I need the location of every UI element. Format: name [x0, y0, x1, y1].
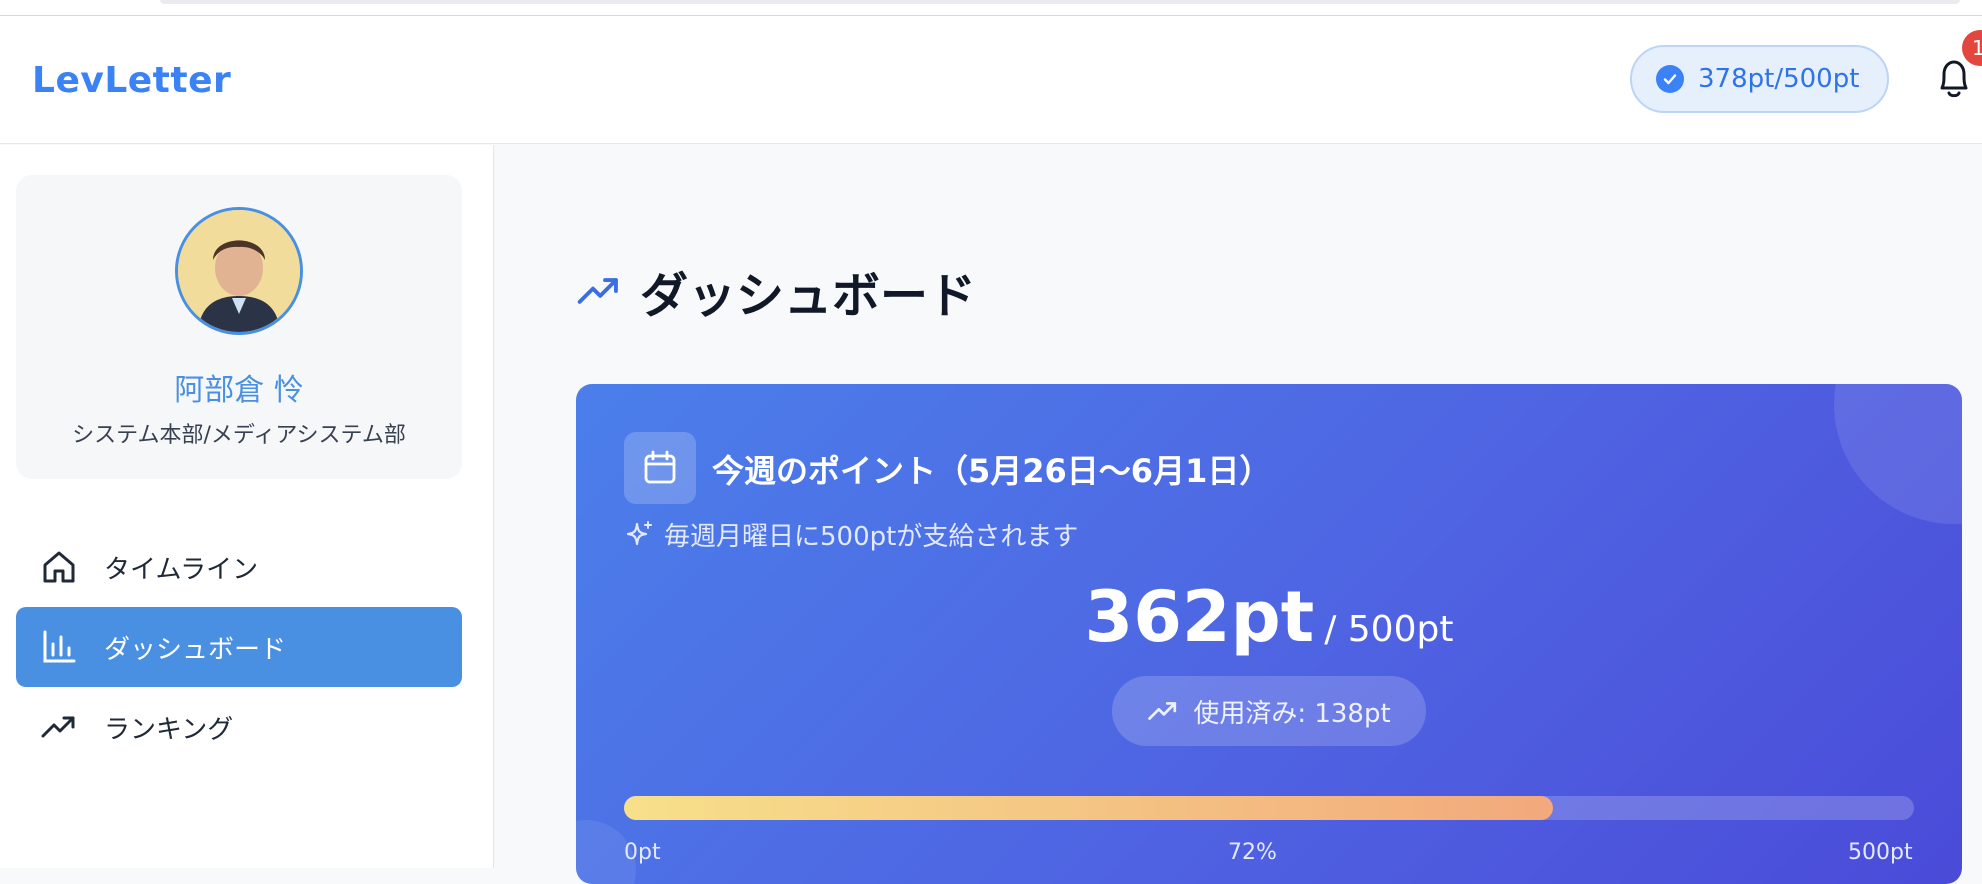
progress-percent-label: 72% — [1228, 840, 1277, 865]
page-title-row: ダッシュボード — [576, 256, 976, 326]
points-progress-fill — [624, 796, 1553, 820]
used-points-pill: 使用済み: 138pt — [1112, 676, 1426, 746]
sidebar-item-ranking[interactable]: ランキング — [16, 687, 462, 767]
current-points: 362pt — [1084, 576, 1315, 658]
sidebar: 阿部倉 怜 システム本部/メディアシステム部 タイムライン ダッシュボード ラン… — [0, 145, 494, 868]
weekly-points-title: 今週のポイント（5月26日〜6月1日） — [712, 452, 1272, 490]
trending-up-icon — [41, 716, 75, 738]
app-logo[interactable]: LevLetter — [32, 60, 231, 101]
browser-address-bar-edge — [160, 0, 1960, 4]
weekly-points-subtitle-row: 毎週月曜日に500ptが支給されます — [624, 516, 1078, 553]
weekly-points-subtitle: 毎週月曜日に500ptが支給されます — [664, 522, 1079, 552]
trending-up-icon — [1148, 702, 1177, 720]
check-circle-icon — [1656, 65, 1684, 93]
sidebar-item-label: ダッシュボード — [104, 634, 287, 665]
profile-department: システム本部/メディアシステム部 — [72, 423, 406, 448]
decorative-circle — [1834, 384, 1962, 524]
bell-icon[interactable] — [1934, 56, 1974, 102]
progress-end-label: 500pt — [1848, 840, 1913, 865]
profile-card: 阿部倉 怜 システム本部/メディアシステム部 — [16, 175, 462, 479]
points-remaining-display: 362pt / 500pt — [576, 576, 1962, 658]
points-balance-text: 378pt/500pt — [1698, 64, 1860, 94]
browser-chrome-strip — [0, 0, 1982, 16]
calendar-icon — [624, 432, 696, 504]
avatar[interactable] — [175, 207, 303, 335]
points-progress-bar — [624, 796, 1914, 820]
weekly-points-card: 今週のポイント（5月26日〜6月1日） 毎週月曜日に500ptが支給されます 3… — [576, 384, 1962, 884]
sidebar-item-timeline[interactable]: タイムライン — [16, 527, 462, 607]
sidebar-item-label: ランキング — [104, 714, 234, 745]
total-points: / 500pt — [1324, 609, 1454, 650]
sparkles-icon — [626, 520, 652, 545]
home-icon — [43, 551, 75, 583]
top-header: LevLetter 378pt/500pt 1 — [0, 16, 1982, 144]
profile-name: 阿部倉 怜 — [174, 373, 304, 408]
sidebar-item-dashboard[interactable]: ダッシュボード — [16, 607, 462, 687]
points-balance-pill[interactable]: 378pt/500pt — [1630, 45, 1889, 113]
page-title: ダッシュボード — [640, 268, 977, 324]
trending-up-icon — [577, 278, 618, 304]
bar-chart-icon — [43, 630, 76, 663]
sidebar-item-label: タイムライン — [104, 554, 259, 585]
progress-start-label: 0pt — [624, 840, 661, 865]
used-points-text: 使用済み: 138pt — [1193, 698, 1391, 729]
